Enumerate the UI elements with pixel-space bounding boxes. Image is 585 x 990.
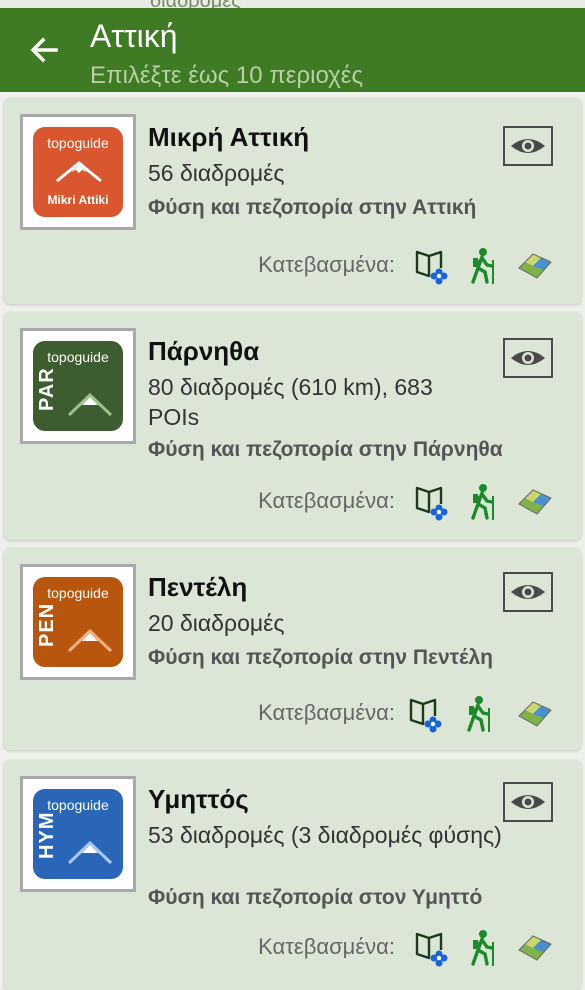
region-description: Φύση και πεζοπορία στον Υμηττό	[148, 886, 483, 909]
page-subtitle: Επιλέξτε έως 10 περιοχές	[90, 62, 364, 89]
region-logo: topoguide PEN	[20, 564, 136, 680]
region-name: Πάρνηθα	[148, 336, 260, 366]
page-title: Αττική	[90, 18, 178, 54]
eye-icon[interactable]	[503, 338, 553, 378]
downloaded-label: Κατεβασμένα:	[258, 934, 395, 959]
route-count: 80 διαδρομές (610 km), 683 POIs	[148, 374, 433, 430]
hiker-icon	[471, 930, 494, 966]
region-card-penteli[interactable]: topoguide PEN Πεντέλη 20 διαδρομές Φύση …	[4, 548, 581, 750]
region-name: Μικρή Αττική	[148, 122, 310, 152]
hiker-icon	[471, 248, 494, 284]
route-count: 53 διαδρομές (3 διαδρομές φύσης)	[148, 822, 502, 848]
region-name: Πεντέλη	[148, 572, 248, 602]
map-icon	[518, 253, 552, 279]
scrolled-content-fragment: διαδρομές	[0, 0, 585, 8]
eye-icon[interactable]	[503, 782, 553, 822]
region-code: HYM	[36, 811, 58, 859]
map-icon	[518, 701, 552, 727]
eye-icon[interactable]	[503, 126, 553, 166]
map-icon	[518, 489, 552, 515]
arrow-left-icon[interactable]	[26, 32, 62, 68]
region-description: Φύση και πεζοπορία στην Πεντέλη	[148, 646, 493, 669]
region-description: Φύση και πεζοπορία στην Αττική	[148, 196, 477, 219]
book-flower-icon	[415, 250, 448, 285]
app-bar: Αττική Επιλέξτε έως 10 περιοχές	[0, 8, 585, 92]
downloaded-label: Κατεβασμένα:	[258, 252, 395, 277]
route-count: 56 διαδρομές	[148, 160, 285, 186]
downloaded-row: Κατεβασμένα:	[209, 694, 555, 734]
region-code: PEN	[36, 602, 58, 647]
book-flower-icon	[409, 698, 442, 733]
eye-icon[interactable]	[503, 572, 553, 612]
region-card-mikri-attiki[interactable]: topoguide Mikri Attiki Μικρή Αττική 56 δ…	[4, 98, 581, 304]
region-name: Υμηττός	[148, 784, 249, 814]
region-logo: topoguide HYM	[20, 776, 136, 892]
book-flower-icon	[415, 932, 448, 967]
map-icon	[518, 935, 552, 961]
downloaded-label: Κατεβασμένα:	[258, 488, 395, 513]
region-card-parnitha[interactable]: topoguide PAR Πάρνηθα 80 διαδρομές (610 …	[4, 312, 581, 540]
region-logo: topoguide Mikri Attiki	[20, 114, 136, 230]
book-flower-icon	[415, 486, 448, 521]
hiker-icon	[467, 696, 490, 732]
downloaded-label: Κατεβασμένα:	[258, 700, 395, 725]
region-card-ymittos[interactable]: topoguide HYM Υμηττός 53 διαδρομές (3 δι…	[4, 760, 581, 990]
region-description: Φύση και πεζοπορία στην Πάρνηθα	[148, 438, 503, 461]
downloaded-row: Κατεβασμένα:	[215, 246, 555, 286]
downloaded-row: Κατεβασμένα:	[215, 482, 555, 522]
hiker-icon	[471, 484, 494, 520]
downloaded-row: Κατεβασμένα:	[215, 928, 555, 968]
region-logo: topoguide PAR	[20, 328, 136, 444]
region-code: PAR	[36, 367, 58, 411]
route-count: 20 διαδρομές	[148, 610, 285, 636]
